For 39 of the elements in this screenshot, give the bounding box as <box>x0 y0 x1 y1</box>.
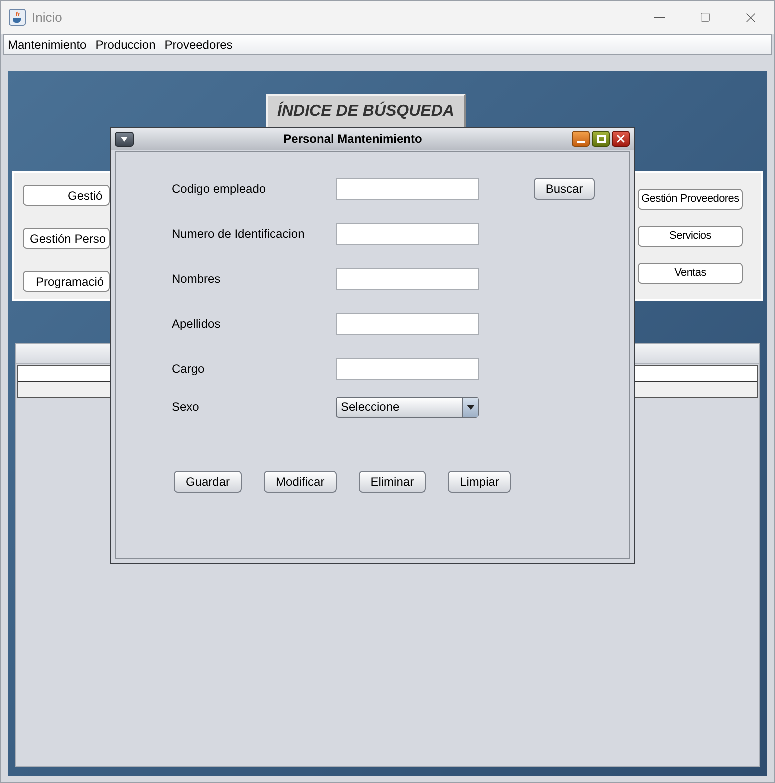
field-label: Apellidos <box>172 316 222 333</box>
navigation-button[interactable]: Servicios <box>638 226 743 247</box>
window-menu-button[interactable] <box>115 132 134 146</box>
navigation-button[interactable]: Gestión Perso <box>23 228 110 249</box>
close-icon <box>615 133 627 145</box>
text-field[interactable] <box>336 313 479 335</box>
search-index-header: ÍNDICE DE BÚSQUEDA <box>266 94 466 127</box>
field-label: Codigo empleado <box>172 181 268 198</box>
dropdown[interactable]: Seleccione <box>336 396 479 418</box>
window-title: Inicio <box>32 8 62 27</box>
menu-item[interactable]: Mantenimiento <box>8 36 87 54</box>
menu-item[interactable]: Produccion <box>96 36 156 54</box>
minimize-button[interactable] <box>572 131 590 147</box>
maximize-icon <box>700 12 710 23</box>
text-field[interactable] <box>336 178 479 200</box>
dialog-title: Personal Mantenimiento <box>282 131 424 148</box>
action-button[interactable]: Limpiar <box>448 471 512 493</box>
field-label: Nombres <box>172 271 222 288</box>
text-field[interactable] <box>336 268 479 290</box>
text-field[interactable] <box>336 358 479 380</box>
close-button[interactable] <box>612 131 630 147</box>
minimize-icon <box>654 17 664 18</box>
caret-icon <box>466 404 474 410</box>
coffee-cup-icon <box>9 9 26 26</box>
action-button[interactable]: Eliminar <box>358 471 426 493</box>
action-button[interactable]: Guardar <box>174 471 242 493</box>
navigation-button[interactable]: Ventas <box>638 263 743 284</box>
field-label: Cargo <box>172 361 206 378</box>
navigation-button[interactable]: Gestió <box>23 185 110 206</box>
field-label: Numero de Identificacion <box>172 226 306 243</box>
menu-item[interactable]: Proveedores <box>164 36 233 54</box>
text-field[interactable] <box>336 223 479 245</box>
navigation-button[interactable]: Programació <box>23 271 110 292</box>
search-button[interactable]: Buscar <box>534 178 595 200</box>
action-button[interactable]: Modificar <box>264 471 337 493</box>
triangle-down-icon <box>121 136 128 142</box>
maximize-button[interactable] <box>592 131 610 147</box>
navigation-button[interactable]: Gestión Proveedores <box>638 189 743 210</box>
field-label: Sexo <box>172 399 200 416</box>
